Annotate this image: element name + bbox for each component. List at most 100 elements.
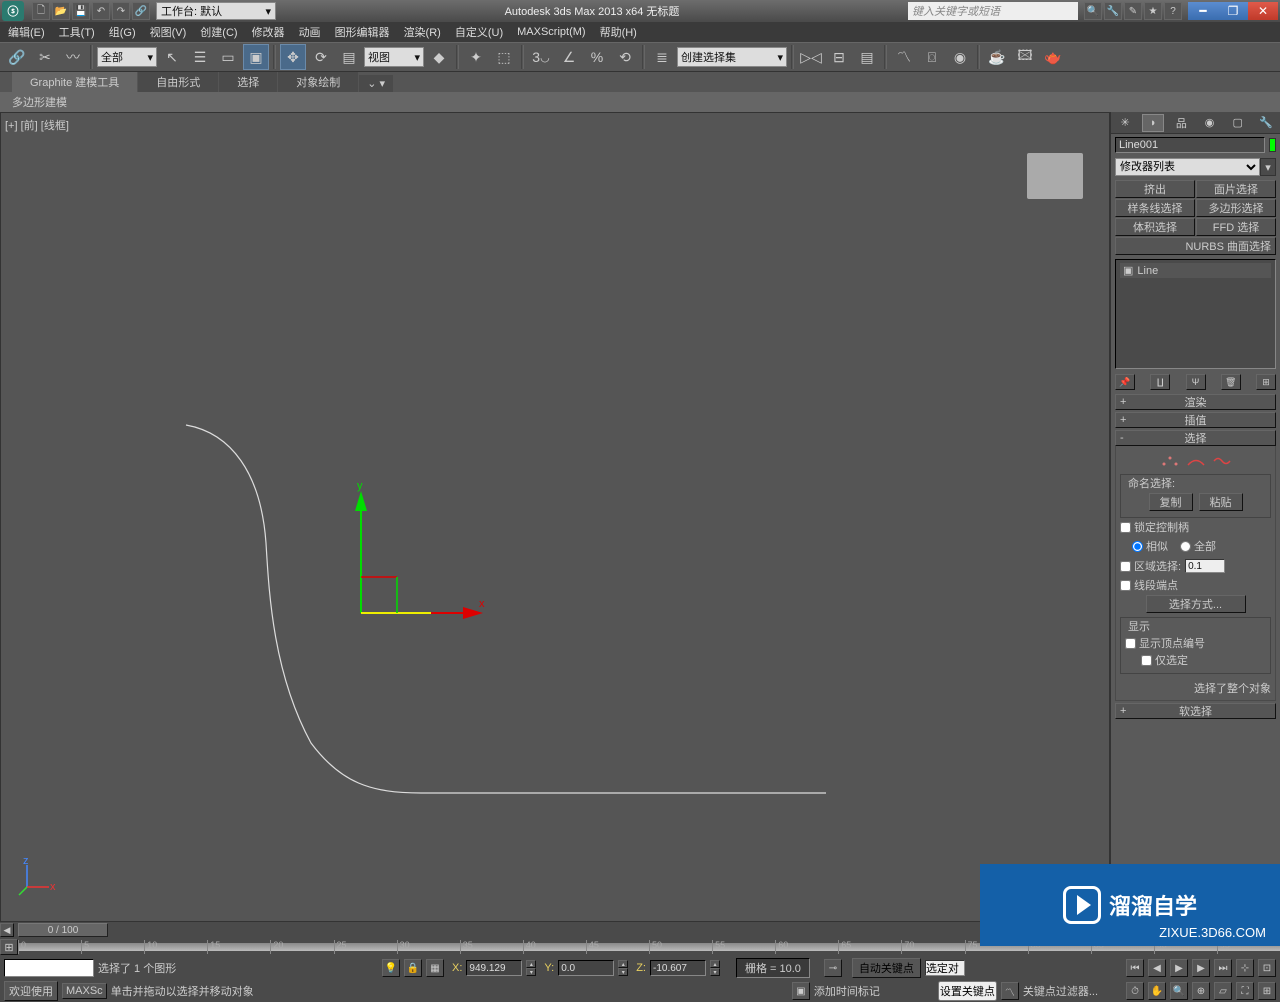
utilities-tab-icon[interactable]: 🔧 [1255, 114, 1277, 132]
viewport[interactable]: [+] [前] [线框] y x z x [0, 112, 1110, 922]
volume-select-button[interactable]: 体积选择 [1115, 218, 1195, 236]
time-slider-thumb[interactable]: 0 / 100 [18, 923, 108, 937]
make-unique-icon[interactable]: Ψ [1186, 374, 1206, 390]
layer-icon[interactable]: ▤ [854, 44, 880, 70]
y-coord-input[interactable] [558, 960, 614, 976]
new-icon[interactable]: 🗋 [32, 2, 50, 20]
menu-modifiers[interactable]: 修改器 [252, 24, 285, 40]
edit-named-sel-icon[interactable]: ≣ [649, 44, 675, 70]
select-by-name-icon[interactable]: ☰ [187, 44, 213, 70]
ribbon-expand-icon[interactable]: ⌄ ▾ [359, 75, 393, 92]
menu-animation[interactable]: 动画 [299, 24, 321, 40]
align-icon[interactable]: ⊟ [826, 44, 852, 70]
project-icon[interactable]: 🔗 [132, 2, 150, 20]
only-selected-checkbox[interactable]: 仅选定 [1125, 652, 1266, 668]
viewcube[interactable] [1027, 153, 1083, 199]
menu-create[interactable]: 创建(C) [200, 24, 237, 40]
nav-2-icon[interactable]: ⊡ [1258, 959, 1276, 977]
similar-radio[interactable]: 相似 [1132, 538, 1168, 554]
lock-selection-icon[interactable]: 💡 [382, 959, 400, 977]
extrude-button[interactable]: 挤出 [1115, 180, 1195, 198]
x-coord-input[interactable] [466, 960, 522, 976]
lock-handles-checkbox[interactable]: 锁定控制柄 [1120, 519, 1271, 535]
face-select-button[interactable]: 面片选择 [1196, 180, 1276, 198]
autokey-button[interactable]: 自动关键点 [852, 958, 921, 978]
rollout-interp-header[interactable]: +插值 [1115, 412, 1276, 428]
time-config-icon[interactable]: ⏱ [1126, 982, 1144, 1000]
setkey-button[interactable]: 设置关键点 [938, 981, 997, 1001]
rotate-icon[interactable]: ⟳ [308, 44, 334, 70]
bind-icon[interactable]: 〰 [60, 44, 86, 70]
stack-item-line[interactable]: ▣ Line [1120, 263, 1271, 278]
manipulate-icon[interactable]: ✦ [463, 44, 489, 70]
workspace-select[interactable]: 工作台: 默认▾ [156, 2, 276, 20]
schematic-view-icon[interactable]: ⌼ [919, 44, 945, 70]
segment-subobj-icon[interactable] [1186, 454, 1206, 468]
selection-filter-select[interactable]: 全部▾ [97, 47, 157, 67]
z-coord-input[interactable] [650, 960, 706, 976]
key-mode-icon[interactable]: ⊸ [824, 959, 842, 977]
spline-subobj-icon[interactable] [1212, 454, 1232, 468]
modifier-dropdown-button[interactable]: ▾ [1260, 158, 1276, 176]
pin-stack-icon[interactable]: 📌 [1115, 374, 1135, 390]
move-icon[interactable]: ✥ [280, 44, 306, 70]
redo-icon[interactable]: ↷ [112, 2, 130, 20]
select-method-button[interactable]: 选择方式... [1146, 595, 1246, 613]
goto-end-icon[interactable]: ⏭ [1214, 959, 1232, 977]
paste-button[interactable]: 粘贴 [1199, 493, 1243, 511]
scale-icon[interactable]: ▤ [336, 44, 362, 70]
tab-freeform[interactable]: 自由形式 [138, 72, 218, 92]
fov-icon[interactable]: ▱ [1214, 982, 1232, 1000]
keyboard-shortcut-icon[interactable]: ⬚ [491, 44, 517, 70]
object-name-input[interactable] [1115, 137, 1265, 153]
star-icon[interactable]: ★ [1144, 2, 1162, 20]
menu-customize[interactable]: 自定义(U) [455, 24, 503, 40]
spinner-snap-icon[interactable]: ⟲ [612, 44, 638, 70]
menu-edit[interactable]: 编辑(E) [8, 24, 45, 40]
show-vertex-num-checkbox[interactable]: 显示顶点编号 [1125, 635, 1266, 651]
render-frame-icon[interactable]: 🖾 [1012, 44, 1038, 70]
menu-tools[interactable]: 工具(T) [59, 24, 95, 40]
object-color-display[interactable] [4, 959, 94, 977]
named-selection-select[interactable]: 创建选择集▾ [677, 47, 787, 67]
prev-frame-button[interactable]: ◀ [0, 923, 14, 937]
goto-start-icon[interactable]: ⏮ [1126, 959, 1144, 977]
curve-editor-icon[interactable]: 〽 [891, 44, 917, 70]
lock-icon[interactable]: 🔒 [404, 959, 422, 977]
create-tab-icon[interactable]: ✳ [1114, 114, 1136, 132]
angle-snap-icon[interactable]: ∠ [556, 44, 582, 70]
display-tab-icon[interactable]: ▢ [1227, 114, 1249, 132]
object-color-swatch[interactable] [1269, 138, 1276, 152]
undo-icon[interactable]: ↶ [92, 2, 110, 20]
zoom-icon[interactable]: 🔍 [1170, 982, 1188, 1000]
zoom-extents-icon[interactable]: ⛶ [1236, 982, 1254, 1000]
rollout-softsel-header[interactable]: +软选择 [1115, 703, 1276, 719]
pan-icon[interactable]: ✋ [1148, 982, 1166, 1000]
poly-select-button[interactable]: 多边形选择 [1196, 199, 1276, 217]
ffd-select-button[interactable]: FFD 选择 [1196, 218, 1276, 236]
rollout-select-header[interactable]: -选择 [1115, 430, 1276, 446]
render-setup-icon[interactable]: ☕ [984, 44, 1010, 70]
configure-icon[interactable]: ⊞ [1256, 374, 1276, 390]
nurbs-surface-button[interactable]: NURBS 曲面选择 [1115, 237, 1276, 255]
welcome-button[interactable]: 欢迎使用 [4, 981, 58, 1001]
max-viewport-icon[interactable]: ⊞ [1258, 982, 1276, 1000]
key-selection-input[interactable] [925, 960, 965, 976]
modifier-list-select[interactable]: 修改器列表 [1115, 158, 1260, 176]
menu-group[interactable]: 组(G) [109, 24, 136, 40]
area-select-checkbox[interactable]: 区域选择: [1120, 558, 1181, 574]
viewport-label[interactable]: [+] [前] [线框] [5, 117, 69, 133]
prev-key-icon[interactable]: ◀ [1148, 959, 1166, 977]
tools-icon[interactable]: 🔧 [1104, 2, 1122, 20]
tab-graphite[interactable]: Graphite 建模工具 [12, 72, 137, 92]
menu-render[interactable]: 渲染(R) [404, 24, 441, 40]
menu-maxscript[interactable]: MAXScript(M) [517, 26, 585, 38]
minimize-button[interactable]: ━ [1188, 2, 1218, 20]
tab-paint[interactable]: 对象绘制 [278, 72, 358, 92]
area-value-spinner[interactable] [1185, 559, 1225, 573]
hierarchy-tab-icon[interactable]: 品 [1170, 114, 1192, 132]
snap-toggle-icon[interactable]: 3◡ [528, 44, 554, 70]
select-object-icon[interactable]: ↖ [159, 44, 185, 70]
vertex-subobj-icon[interactable] [1160, 454, 1180, 468]
spline-select-button[interactable]: 样条线选择 [1115, 199, 1195, 217]
